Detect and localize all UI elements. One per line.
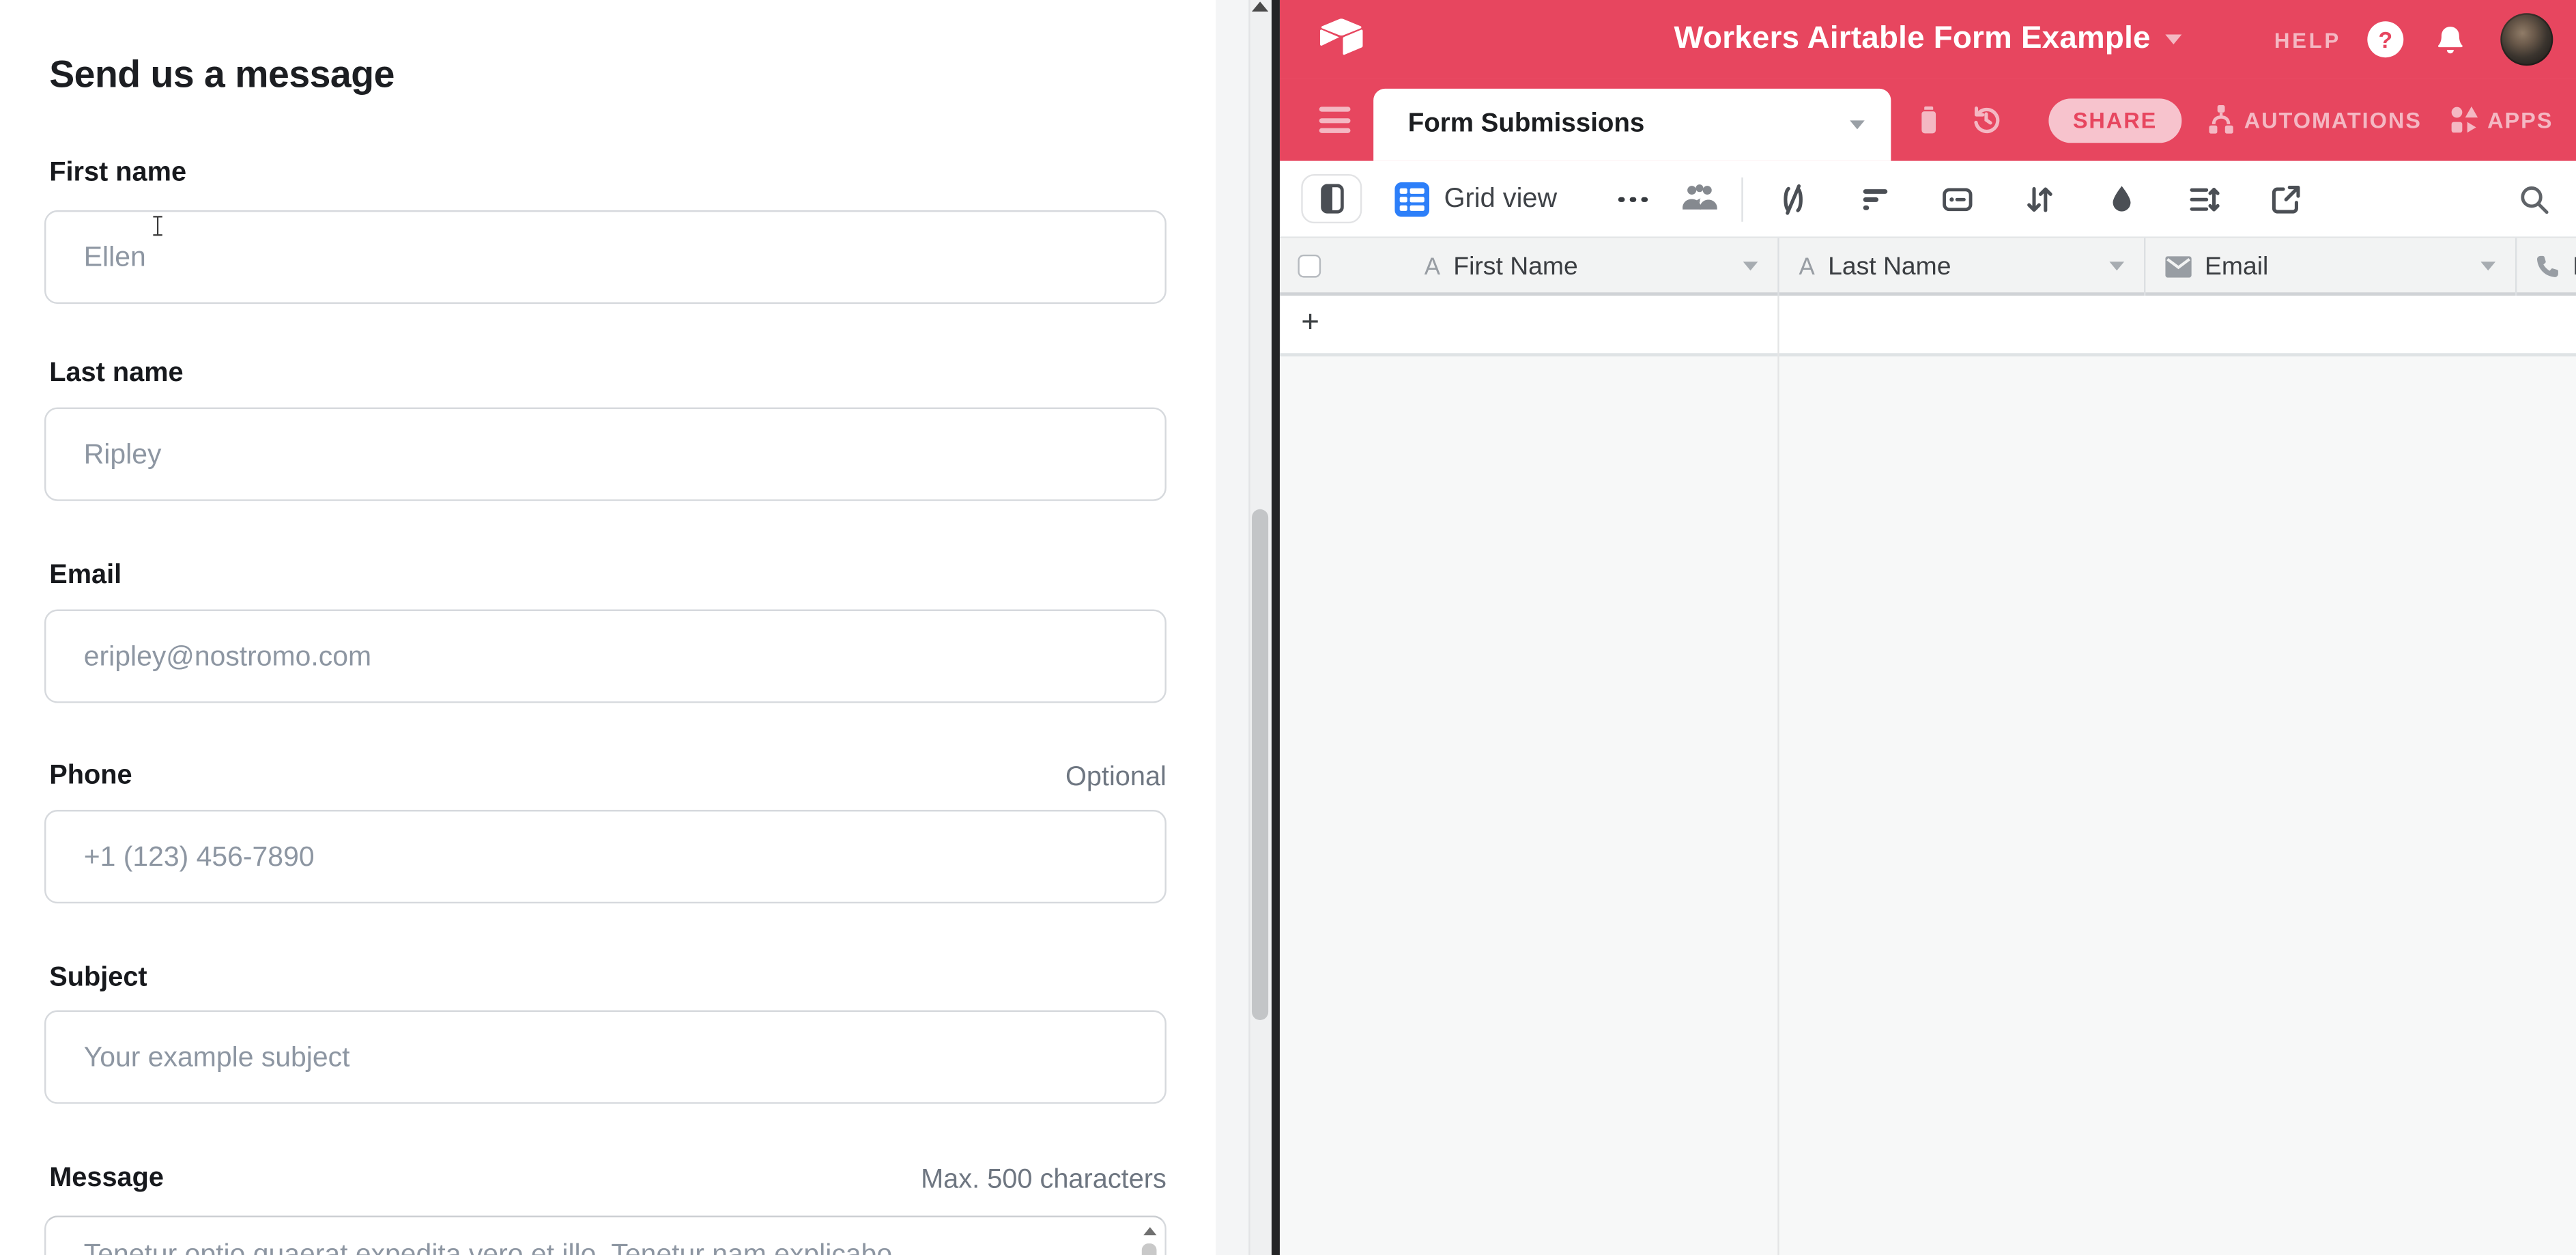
apps-label: APPS <box>2487 108 2553 132</box>
window-divider[interactable] <box>1272 0 1280 1255</box>
contact-form-pane: Send us a message First name Ellen Last … <box>0 0 1216 1255</box>
subject-input[interactable]: Your example subject <box>44 1011 1167 1104</box>
airtable-pane: Workers Airtable Form Example HELP ? For… <box>1280 0 2576 1255</box>
column-name: Last Name <box>1828 252 1951 281</box>
grid-header-row: A First Name A Last Name Email <box>1280 238 2576 296</box>
first-name-label: First name <box>49 158 186 189</box>
first-name-input[interactable]: Ellen <box>44 210 1167 304</box>
history-icon[interactable] <box>1969 104 2002 137</box>
column-caret-icon[interactable] <box>2480 262 2495 271</box>
phone-optional-note: Optional <box>1065 762 1167 793</box>
textarea-scroll-thumb[interactable] <box>1142 1243 1157 1255</box>
airtable-topbar: Workers Airtable Form Example HELP ? <box>1280 0 2576 79</box>
view-toolbar: Grid view <box>1280 161 2576 238</box>
email-field-icon <box>2165 256 2192 277</box>
scrollbar-up-arrow-icon[interactable] <box>1252 1 1268 11</box>
grid-body-empty <box>1280 356 2576 1255</box>
form-title: Send us a message <box>49 53 395 97</box>
sidebar-toggle-icon <box>1320 184 1343 213</box>
user-avatar[interactable] <box>2500 13 2553 66</box>
message-label: Message <box>49 1163 164 1194</box>
tables-menu-icon[interactable] <box>1319 107 1351 132</box>
last-name-input[interactable]: Ripley <box>44 408 1167 501</box>
email-input[interactable]: eripley@nostromo.com <box>44 610 1167 703</box>
select-all-checkbox[interactable] <box>1298 255 1321 278</box>
last-name-label: Last name <box>49 358 183 389</box>
email-label: Email <box>49 560 121 591</box>
page-scrollbar-thumb[interactable] <box>1252 509 1268 1020</box>
toolbar-divider <box>1741 178 1743 222</box>
column-header-first-name[interactable]: A First Name <box>1425 238 1753 296</box>
help-question-icon[interactable]: ? <box>2367 21 2403 57</box>
add-row-plus-icon[interactable]: + <box>1301 305 1319 341</box>
textarea-scrollbar[interactable] <box>1139 1220 1160 1255</box>
share-button[interactable]: SHARE <box>2048 98 2182 142</box>
frozen-column-separator <box>1777 356 1779 1255</box>
scroll-up-arrow-icon <box>1143 1227 1156 1235</box>
base-title[interactable]: Workers Airtable Form Example <box>1674 21 2150 57</box>
page-scroll-gutter <box>1216 0 1272 1255</box>
column-separator[interactable] <box>1777 238 1779 296</box>
hide-fields-icon[interactable] <box>1777 184 1809 215</box>
column-header-email[interactable]: Email <box>2165 238 2461 296</box>
toggle-view-sidebar-button[interactable] <box>1301 174 1362 223</box>
automations-icon <box>2206 105 2235 135</box>
filter-icon[interactable] <box>1860 184 1891 215</box>
collaborators-icon[interactable] <box>1680 181 1720 214</box>
phone-input[interactable]: +1 (123) 456-7890 <box>44 810 1167 903</box>
column-caret-icon[interactable] <box>1743 262 1758 271</box>
column-name: Email <box>2205 252 2268 281</box>
trash-icon[interactable] <box>1913 105 1943 135</box>
phone-label: Phone <box>49 761 132 792</box>
column-separator[interactable] <box>2144 238 2145 296</box>
add-row-strip[interactable]: + <box>1280 296 2576 356</box>
text-field-icon: A <box>1425 254 1440 280</box>
table-caret-icon[interactable] <box>1850 120 1865 130</box>
active-table-name: Form Submissions <box>1408 110 1645 139</box>
sort-icon[interactable] <box>2024 184 2055 215</box>
search-icon[interactable] <box>2519 184 2550 215</box>
group-icon[interactable] <box>1942 184 1973 215</box>
message-textarea[interactable]: Tenetur optio quaerat expedita vero et i… <box>44 1215 1167 1255</box>
column-header-phone[interactable]: Phone <box>2535 238 2576 296</box>
view-name[interactable]: Grid view <box>1444 161 1558 238</box>
row-height-icon[interactable] <box>2188 184 2220 215</box>
text-field-icon: A <box>1799 254 1815 280</box>
column-separator[interactable] <box>2515 238 2517 296</box>
screenshot-stage: Send us a message First name Ellen Last … <box>0 0 2576 1255</box>
view-options-ellipsis-button[interactable] <box>1618 161 1647 238</box>
last-name-placeholder: Ripley <box>84 438 162 470</box>
share-view-icon[interactable] <box>2270 184 2302 215</box>
grid-view-icon[interactable] <box>1394 182 1429 217</box>
subject-label: Subject <box>49 963 147 994</box>
tab-form-submissions[interactable]: Form Submissions <box>1373 89 1891 161</box>
frozen-column-separator <box>1777 296 1779 356</box>
help-button[interactable]: HELP <box>2274 27 2341 52</box>
phone-field-icon <box>2535 255 2560 279</box>
column-name: First Name <box>1453 252 1577 281</box>
phone-placeholder: +1 (123) 456-7890 <box>84 841 315 873</box>
share-button-label: SHARE <box>2073 108 2157 132</box>
apps-button[interactable]: APPS <box>2450 105 2553 135</box>
automations-label: AUTOMATIONS <box>2244 108 2422 132</box>
apps-icon <box>2450 105 2479 135</box>
message-maxchars-note: Max. 500 characters <box>921 1165 1167 1196</box>
airtable-tabbar: Form Submissions SHARE <box>1280 79 2576 160</box>
notifications-bell-icon[interactable] <box>2435 24 2466 55</box>
first-name-placeholder: Ellen <box>84 240 146 273</box>
subject-placeholder: Your example subject <box>84 1041 350 1073</box>
automations-button[interactable]: AUTOMATIONS <box>2206 105 2421 135</box>
text-cursor-icon <box>151 215 164 236</box>
column-caret-icon[interactable] <box>2109 262 2124 271</box>
message-placeholder: Tenetur optio quaerat expedita vero et i… <box>84 1239 892 1255</box>
color-icon[interactable] <box>2106 184 2138 215</box>
column-name: Phone <box>2573 252 2576 281</box>
email-placeholder: eripley@nostromo.com <box>84 640 371 673</box>
base-title-caret-icon[interactable] <box>2165 35 2181 44</box>
column-header-last-name[interactable]: A Last Name <box>1799 238 2095 296</box>
